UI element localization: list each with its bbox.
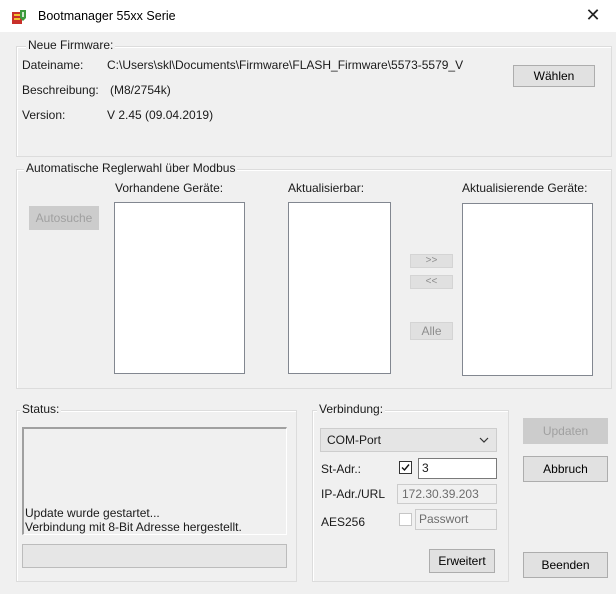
aes256-label: AES256: [321, 515, 366, 529]
version-label: Version:: [22, 108, 66, 122]
version-value: V 2.45 (09.04.2019): [107, 108, 214, 122]
move-left-button[interactable]: <<: [410, 275, 453, 289]
advanced-button[interactable]: Erweitert: [429, 549, 495, 573]
ip-url-placeholder: 172.30.39.203: [402, 487, 479, 501]
choose-file-button[interactable]: Wählen: [513, 65, 595, 87]
exit-button[interactable]: Beenden: [523, 552, 608, 578]
window-title: Bootmanager 55xx Serie: [38, 9, 176, 23]
move-right-button[interactable]: >>: [410, 254, 453, 268]
update-button[interactable]: Updaten: [523, 418, 608, 444]
description-value: (M8/2754k): [110, 83, 171, 97]
updatable-devices-label: Aktualisierbar:: [288, 181, 365, 195]
password-input[interactable]: Passwort: [415, 509, 497, 530]
station-address-label: St-Adr.:: [321, 462, 362, 476]
port-dropdown[interactable]: COM-Port: [320, 428, 497, 452]
modbus-legend: Automatische Reglerwahl über Modbus: [24, 161, 238, 175]
checkmark-icon: [401, 464, 410, 472]
abort-button[interactable]: Abbruch: [523, 456, 608, 482]
filename-value: C:\Users\skl\Documents\Firmware\FLASH_Fi…: [107, 58, 464, 72]
firmware-legend: Neue Firmware:: [26, 38, 116, 52]
close-icon[interactable]: ✕: [570, 0, 616, 32]
available-devices-label: Vorhandene Geräte:: [115, 181, 224, 195]
updatable-devices-list[interactable]: [288, 202, 391, 374]
password-placeholder: Passwort: [419, 512, 469, 526]
app-icon: [12, 10, 26, 24]
connection-legend: Verbindung:: [317, 402, 386, 416]
bootmanager-window: Bootmanager 55xx Serie ✕ Neue Firmware: …: [0, 0, 616, 594]
updating-devices-list[interactable]: [462, 203, 593, 376]
autosearch-button[interactable]: Autosuche: [29, 206, 99, 230]
station-address-checkbox[interactable]: [399, 461, 412, 474]
filename-label: Dateiname:: [22, 58, 84, 72]
title-bar: Bootmanager 55xx Serie ✕: [0, 0, 616, 32]
status-log: Update wurde gestartet... Verbindung mit…: [22, 427, 287, 535]
status-line-2: Verbindung mit 8-Bit Adresse hergestellt…: [25, 520, 242, 534]
port-dropdown-value: COM-Port: [327, 433, 381, 447]
update-progress-bar: [22, 544, 287, 568]
updating-devices-label: Aktualisierende Geräte:: [462, 181, 588, 195]
station-address-value: 3: [422, 461, 429, 475]
status-legend: Status:: [20, 402, 62, 416]
chevron-down-icon: [479, 437, 489, 443]
ip-url-label: IP-Adr./URL: [321, 487, 386, 501]
status-line-1: Update wurde gestartet...: [25, 506, 160, 520]
description-label: Beschreibung:: [22, 83, 99, 97]
station-address-input[interactable]: 3: [418, 458, 497, 479]
ip-url-input[interactable]: 172.30.39.203: [397, 484, 497, 504]
aes256-checkbox[interactable]: [399, 513, 412, 526]
available-devices-list[interactable]: [114, 202, 245, 374]
select-all-button[interactable]: Alle: [410, 322, 453, 340]
